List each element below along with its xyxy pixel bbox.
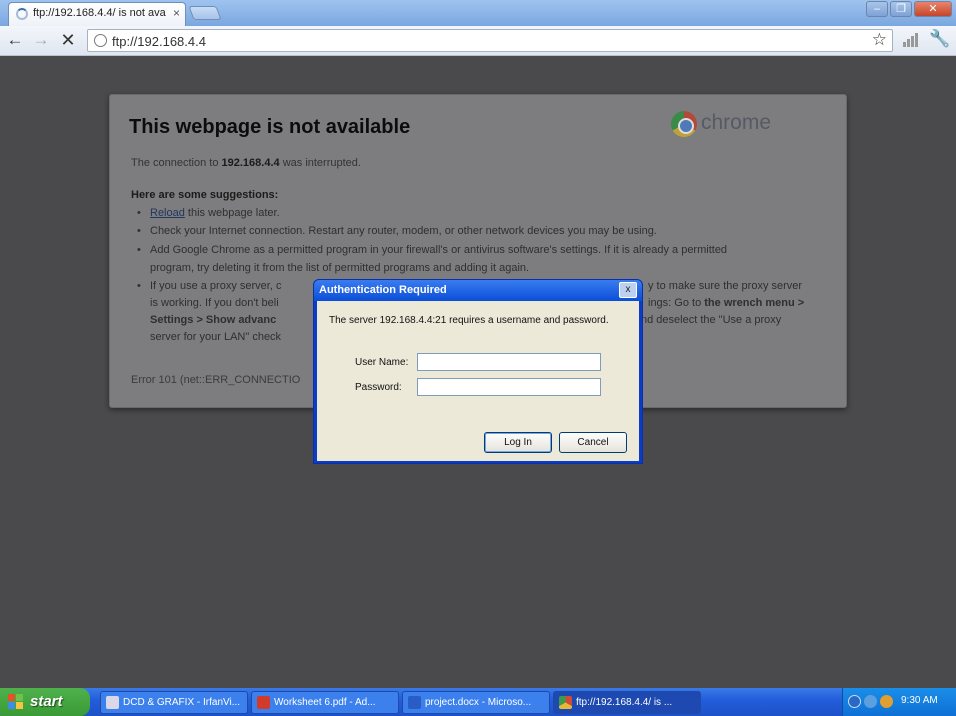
- dialog-body: The server 192.168.4.4:21 requires a use…: [317, 301, 639, 461]
- bookmark-star-icon[interactable]: ☆: [872, 30, 887, 50]
- tab-close-icon[interactable]: ×: [173, 6, 180, 20]
- dialog-close-icon[interactable]: x: [619, 282, 637, 298]
- suggestion-reload: Reload this webpage later.: [137, 207, 280, 219]
- suggestion-proxy-3: Settings > Show advanc: [150, 314, 277, 326]
- taskbar-item[interactable]: DCD & GRAFIX - IrfanVi...: [100, 691, 248, 714]
- username-label: User Name:: [355, 357, 409, 368]
- back-arrow-icon[interactable]: ←: [4, 29, 26, 51]
- suggestion-proxy-1: If you use a proxy server, c: [137, 280, 281, 292]
- password-label: Password:: [355, 382, 402, 393]
- page-title: This webpage is not available: [129, 116, 411, 138]
- windows-flag-icon: [8, 694, 24, 710]
- tab-title: ftp://192.168.4.4/ is not ava: [33, 7, 166, 19]
- start-button[interactable]: start: [0, 688, 90, 716]
- globe-icon: [94, 34, 107, 47]
- taskbar-item[interactable]: project.docx - Microso...: [402, 691, 550, 714]
- system-tray: 9:30 AM: [842, 688, 956, 716]
- auth-dialog: Authentication Required x The server 192…: [313, 279, 643, 464]
- suggestion-proxy-2-right: ings: Go to the wrench menu >: [648, 297, 805, 309]
- suggestion-check-connection: Check your Internet connection. Restart …: [137, 225, 657, 237]
- start-label: start: [30, 693, 63, 710]
- forward-arrow-icon[interactable]: →: [30, 29, 52, 51]
- back-arrow-icon[interactable]: [848, 695, 861, 708]
- new-tab-button[interactable]: [188, 6, 222, 20]
- stop-icon[interactable]: ✕: [57, 29, 79, 51]
- alert-icon[interactable]: [880, 695, 893, 708]
- app-icon: [106, 696, 119, 709]
- dialog-title: Authentication Required: [314, 280, 642, 301]
- error-code: Error 101 (net::ERR_CONNECTIO: [131, 374, 301, 386]
- suggestion-firewall-cont: program, try deleting it from the list o…: [150, 262, 530, 274]
- login-button[interactable]: Log In: [484, 432, 552, 453]
- page-action-icon[interactable]: [903, 33, 919, 47]
- maximize-button[interactable]: ❐: [890, 1, 912, 17]
- chrome-icon: [559, 696, 572, 709]
- loading-spinner-icon: [16, 8, 28, 20]
- browser-toolbar: ← → ✕ ftp://192.168.4.4 ☆ 🔧: [0, 26, 956, 56]
- minimize-button[interactable]: –: [866, 1, 888, 17]
- wrench-menu-icon[interactable]: 🔧: [929, 29, 950, 49]
- suggestion-proxy-4: server for your LAN" check: [150, 331, 282, 343]
- suggestion-proxy-3-right: nd deselect the "Use a proxy: [641, 314, 782, 326]
- username-field[interactable]: [417, 353, 601, 371]
- taskbar: start DCD & GRAFIX - IrfanVi... Workshee…: [0, 688, 956, 716]
- address-bar[interactable]: ftp://192.168.4.4 ☆: [87, 29, 893, 52]
- cancel-button[interactable]: Cancel: [559, 432, 627, 453]
- connection-message: The connection to 192.168.4.4 was interr…: [131, 157, 361, 169]
- taskbar-item-active[interactable]: ftp://192.168.4.4/ is ...: [553, 691, 701, 714]
- suggestions-heading: Here are some suggestions:: [131, 189, 279, 201]
- address-url[interactable]: ftp://192.168.4.4: [112, 34, 206, 49]
- close-button[interactable]: ✕: [914, 1, 952, 17]
- suggestion-proxy-1-right: y to make sure the proxy server: [648, 280, 803, 292]
- network-icon[interactable]: [864, 695, 877, 708]
- suggestion-proxy-2: is working. If you don't beli: [150, 297, 279, 309]
- reload-link[interactable]: Reload: [150, 207, 185, 219]
- word-icon: [408, 696, 421, 709]
- browser-title-bar: ftp://192.168.4.4/ is not ava × – ❐ ✕: [0, 0, 956, 26]
- clock: 9:30 AM: [901, 695, 938, 706]
- pdf-icon: [257, 696, 270, 709]
- browser-tab[interactable]: ftp://192.168.4.4/ is not ava ×: [8, 2, 186, 26]
- taskbar-item[interactable]: Worksheet 6.pdf - Ad...: [251, 691, 399, 714]
- password-field[interactable]: [417, 378, 601, 396]
- chrome-wordmark: chrome: [701, 111, 772, 134]
- suggestion-firewall: Add Google Chrome as a permitted program…: [137, 244, 727, 256]
- chrome-logo-icon: [671, 111, 697, 137]
- dialog-message: The server 192.168.4.4:21 requires a use…: [329, 315, 609, 326]
